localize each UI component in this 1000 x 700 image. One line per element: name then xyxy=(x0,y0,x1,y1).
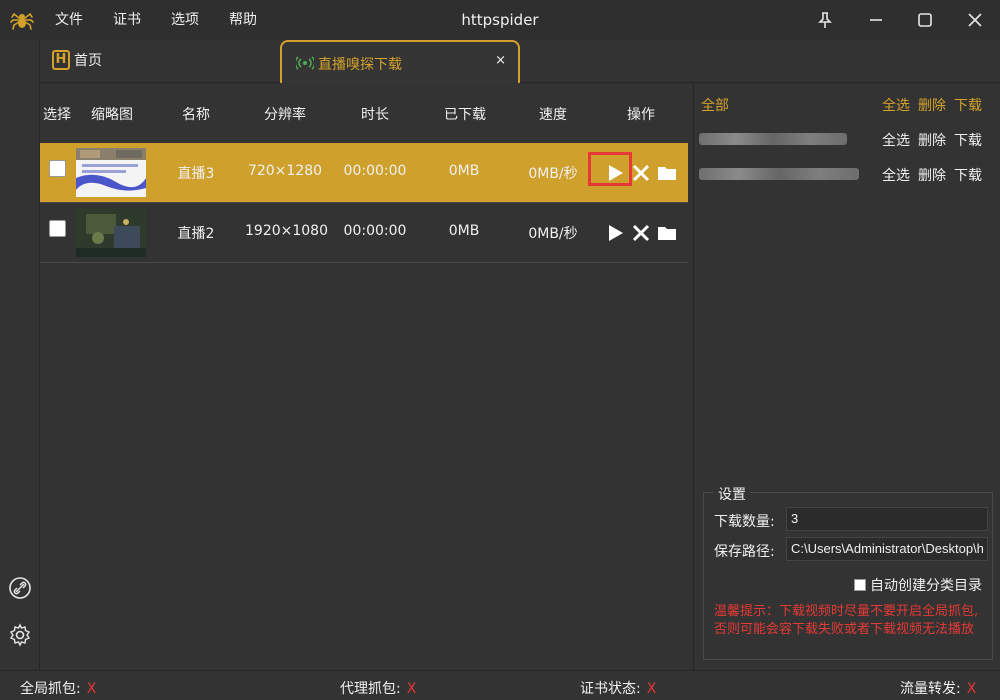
download-button[interactable]: 下载 xyxy=(954,95,982,115)
save-path-label: 保存路径: xyxy=(714,544,775,560)
status-cert-label: 证书状态: xyxy=(580,681,641,697)
header-speed: 速度 xyxy=(539,107,567,123)
header-duration: 时长 xyxy=(361,107,389,123)
right-panel: 全部 全选 删除 下载 全选 删除 下载 全选 删除 下载 设置 下载数量: 3… xyxy=(695,84,1000,670)
video-thumbnail xyxy=(76,208,146,257)
select-all-button[interactable]: 全选 xyxy=(882,130,910,150)
folder-icon[interactable] xyxy=(657,163,677,183)
status-proxy-capture-label: 代理抓包: xyxy=(340,681,401,697)
folder-icon[interactable] xyxy=(657,223,677,243)
save-path-input[interactable]: C:\Users\Administrator\Desktop\h xyxy=(786,537,988,561)
row-duration: 00:00:00 xyxy=(343,223,407,239)
delete-x-icon[interactable] xyxy=(631,223,651,243)
link-icon[interactable] xyxy=(8,576,32,600)
pin-icon[interactable] xyxy=(813,8,837,32)
menu-file[interactable]: 文件 xyxy=(55,0,83,40)
download-count-input[interactable]: 3 xyxy=(786,507,988,531)
status-global-capture: 全局抓包: X xyxy=(20,678,96,698)
video-thumbnail xyxy=(76,148,146,197)
status-global-capture-label: 全局抓包: xyxy=(20,681,81,697)
menu-help[interactable]: 帮助 xyxy=(229,0,257,40)
tab-live-sniff-download[interactable]: 直播嗅探下载 × xyxy=(280,40,520,83)
row-checkbox[interactable] xyxy=(49,160,66,177)
header-downloaded: 已下载 xyxy=(444,107,486,123)
row-name: 直播2 xyxy=(177,226,215,242)
select-all-button[interactable]: 全选 xyxy=(882,95,910,115)
row-resolution: 1920×1080 xyxy=(245,223,328,239)
gear-icon[interactable] xyxy=(8,623,32,647)
delete-button[interactable]: 删除 xyxy=(918,165,946,185)
broadcast-icon xyxy=(296,56,314,70)
status-traffic-forward: 流量转发: X xyxy=(900,678,976,698)
table-header: 选择 缩略图 名称 分辨率 时长 已下载 速度 操作 xyxy=(40,84,688,142)
header-thumbnail: 缩略图 xyxy=(91,107,133,123)
delete-button[interactable]: 删除 xyxy=(918,95,946,115)
blurred-group-label xyxy=(699,133,847,145)
play-icon[interactable] xyxy=(605,163,625,183)
tab-live-label: 直播嗅探下载 xyxy=(318,57,402,73)
tab-bar: H 首页 直播嗅探下载 × xyxy=(40,40,1000,83)
settings-legend: 设置 xyxy=(714,484,750,504)
download-table: 选择 缩略图 名称 分辨率 时长 已下载 速度 操作 直播3 720×1280 … xyxy=(40,84,694,670)
download-button[interactable]: 下载 xyxy=(954,130,982,150)
left-rail xyxy=(0,40,40,670)
status-off-mark: X xyxy=(86,681,97,697)
maximize-icon[interactable] xyxy=(913,8,937,32)
group-actions: 全选 删除 下载 xyxy=(882,165,982,185)
menu-certificate[interactable]: 证书 xyxy=(113,0,141,40)
tab-home[interactable]: H 首页 xyxy=(52,49,102,71)
header-select: 选择 xyxy=(43,107,71,123)
tab-home-label: 首页 xyxy=(74,53,102,69)
header-name: 名称 xyxy=(182,107,210,123)
status-cert: 证书状态: X xyxy=(580,678,656,698)
header-resolution: 分辨率 xyxy=(264,107,306,123)
warning-text: 温馨提示：下载视频时尽量不要开启全局抓包,否则可能会容下载失败或者下载视频无法播… xyxy=(714,604,979,637)
status-off-mark: X xyxy=(646,681,657,697)
download-count-label: 下载数量: xyxy=(714,514,775,530)
blurred-group-label xyxy=(699,168,859,180)
settings-group: 设置 下载数量: 3 保存路径: C:\Users\Administrator\… xyxy=(703,484,993,660)
status-traffic-forward-label: 流量转发: xyxy=(900,681,961,697)
row-speed: 0MB/秒 xyxy=(528,166,578,182)
tab-close-button[interactable]: × xyxy=(495,53,506,68)
row-resolution: 720×1280 xyxy=(247,163,323,179)
auto-dir-label: 自动创建分类目录 xyxy=(870,578,982,594)
status-off-mark: X xyxy=(966,681,977,697)
close-icon[interactable] xyxy=(963,8,987,32)
row-checkbox[interactable] xyxy=(49,220,66,237)
minimize-icon[interactable] xyxy=(864,8,888,32)
app-title: httpspider xyxy=(461,11,539,29)
status-off-mark: X xyxy=(406,681,417,697)
row-downloaded: 0MB xyxy=(448,223,480,239)
auto-dir-option[interactable]: 自动创建分类目录 xyxy=(854,575,982,595)
header-actions: 操作 xyxy=(627,107,655,123)
table-row[interactable]: 直播2 1920×1080 00:00:00 0MB 0MB/秒 xyxy=(40,203,688,263)
group-all-actions: 全选 删除 下载 xyxy=(882,95,982,115)
row-speed: 0MB/秒 xyxy=(528,226,578,242)
menu-options[interactable]: 选项 xyxy=(171,0,199,40)
spider-logo-icon xyxy=(10,12,34,30)
delete-button[interactable]: 删除 xyxy=(918,130,946,150)
download-button[interactable]: 下载 xyxy=(954,165,982,185)
play-icon[interactable] xyxy=(605,223,625,243)
table-row[interactable]: 直播3 720×1280 00:00:00 0MB 0MB/秒 xyxy=(40,143,688,203)
delete-x-icon[interactable] xyxy=(631,163,651,183)
home-h-icon: H xyxy=(52,50,70,70)
status-bar: 全局抓包: X 代理抓包: X 证书状态: X 流量转发: X xyxy=(0,670,1000,700)
group-all-label: 全部 xyxy=(701,98,729,114)
auto-dir-checkbox[interactable] xyxy=(854,579,866,591)
row-duration: 00:00:00 xyxy=(343,163,407,179)
group-actions: 全选 删除 下载 xyxy=(882,130,982,150)
title-bar: 文件 证书 选项 帮助 httpspider xyxy=(0,0,1000,40)
select-all-button[interactable]: 全选 xyxy=(882,165,910,185)
row-name: 直播3 xyxy=(177,166,215,182)
status-proxy-capture: 代理抓包: X xyxy=(340,678,416,698)
row-downloaded: 0MB xyxy=(448,163,480,179)
